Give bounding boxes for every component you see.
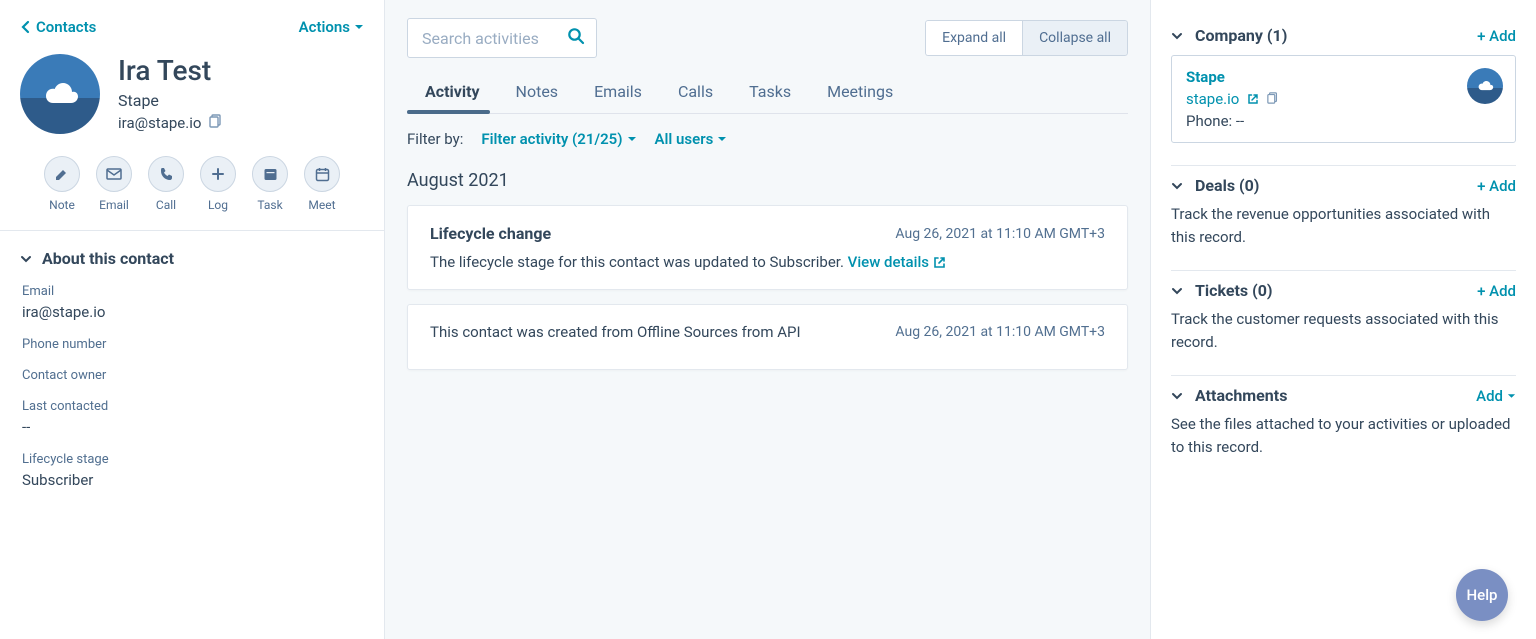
attachments-description: See the files attached to your activitie… xyxy=(1171,413,1516,458)
company-phone: Phone: -- xyxy=(1186,112,1501,130)
about-header: About this contact xyxy=(42,249,174,268)
field-value-email[interactable]: ira@stape.io xyxy=(22,303,362,321)
contacts-back-label: Contacts xyxy=(36,18,96,36)
chevron-down-icon xyxy=(1171,286,1183,296)
activity-body: The lifecycle stage for this contact was… xyxy=(430,253,844,271)
field-label-lifecycle: Lifecycle stage xyxy=(22,452,362,467)
activity-card[interactable]: Lifecycle change Aug 26, 2021 at 11:10 A… xyxy=(407,205,1128,290)
filter-activity-dropdown[interactable]: Filter activity (21/25) xyxy=(481,130,636,148)
add-company-button[interactable]: + Add xyxy=(1477,27,1516,45)
activity-time: Aug 26, 2021 at 11:10 AM GMT+3 xyxy=(895,226,1105,242)
deals-description: Track the revenue opportunities associat… xyxy=(1171,203,1516,248)
email-button[interactable]: Email xyxy=(96,156,132,212)
chevron-down-icon xyxy=(20,254,32,264)
month-header: August 2021 xyxy=(407,170,1128,191)
field-label-phone: Phone number xyxy=(22,337,362,352)
chevron-left-icon xyxy=(20,20,30,34)
tab-calls[interactable]: Calls xyxy=(660,72,731,113)
field-value-last-contacted: -- xyxy=(22,418,362,436)
activity-card[interactable]: This contact was created from Offline So… xyxy=(407,304,1128,370)
tab-notes[interactable]: Notes xyxy=(498,72,577,113)
company-domain[interactable]: stape.io xyxy=(1186,90,1239,108)
phone-icon xyxy=(159,167,174,182)
note-button[interactable]: Note xyxy=(44,156,80,212)
tab-emails[interactable]: Emails xyxy=(576,72,660,113)
chevron-down-icon xyxy=(1171,391,1183,401)
activity-title: Lifecycle change xyxy=(430,224,551,243)
copy-icon[interactable] xyxy=(209,114,223,132)
copy-icon[interactable] xyxy=(1267,90,1279,108)
tab-activity[interactable]: Activity xyxy=(407,72,498,113)
tickets-description: Track the customer requests associated w… xyxy=(1171,308,1516,353)
caret-down-icon xyxy=(627,135,637,143)
activity-tabs: Activity Notes Emails Calls Tasks Meetin… xyxy=(407,72,1128,114)
field-label-owner: Contact owner xyxy=(22,368,362,383)
contact-email: ira@stape.io xyxy=(118,114,201,132)
meet-button[interactable]: Meet xyxy=(304,156,340,212)
actions-label: Actions xyxy=(299,18,350,36)
quick-actions: Note Email Call Log Task Meet xyxy=(0,144,384,230)
contact-name: Ira Test xyxy=(118,54,223,87)
caret-down-icon xyxy=(717,135,727,143)
field-label-email: Email xyxy=(22,284,362,299)
filter-by-label: Filter by: xyxy=(407,130,463,148)
caret-down-icon xyxy=(354,23,364,31)
mail-icon xyxy=(106,168,122,180)
task-button[interactable]: Task xyxy=(252,156,288,212)
tab-meetings[interactable]: Meetings xyxy=(809,72,911,113)
search-icon[interactable] xyxy=(567,27,585,49)
edit-icon xyxy=(54,166,70,182)
view-details-link[interactable]: View details xyxy=(848,253,946,271)
company-section-toggle[interactable]: Company (1) xyxy=(1171,26,1287,45)
external-link-icon xyxy=(933,256,946,269)
company-avatar xyxy=(1467,68,1503,104)
actions-menu[interactable]: Actions xyxy=(299,18,364,36)
tab-tasks[interactable]: Tasks xyxy=(731,72,809,113)
all-users-dropdown[interactable]: All users xyxy=(655,130,728,148)
contacts-back-link[interactable]: Contacts xyxy=(20,18,96,36)
activity-time: Aug 26, 2021 at 11:10 AM GMT+3 xyxy=(895,324,1105,340)
field-value-lifecycle[interactable]: Subscriber xyxy=(22,471,362,489)
external-link-icon[interactable] xyxy=(1247,93,1259,105)
activity-body: This contact was created from Offline So… xyxy=(430,323,801,341)
contact-avatar xyxy=(20,54,100,134)
tickets-section-toggle[interactable]: Tickets (0) xyxy=(1171,281,1273,300)
help-button[interactable]: Help xyxy=(1456,569,1508,621)
caret-down-icon xyxy=(1507,392,1516,400)
attachments-section-toggle[interactable]: Attachments xyxy=(1171,386,1287,405)
collapse-all-button[interactable]: Collapse all xyxy=(1022,20,1128,56)
contact-company: Stape xyxy=(118,91,223,110)
company-card[interactable]: Stape stape.io Phone: -- xyxy=(1171,55,1516,143)
log-button[interactable]: Log xyxy=(200,156,236,212)
calendar-icon xyxy=(315,167,330,182)
call-button[interactable]: Call xyxy=(148,156,184,212)
about-section-toggle[interactable]: About this contact xyxy=(20,249,364,268)
add-ticket-button[interactable]: + Add xyxy=(1477,282,1516,300)
add-attachment-button[interactable]: Add xyxy=(1476,387,1516,405)
chevron-down-icon xyxy=(1171,181,1183,191)
plus-icon xyxy=(211,167,225,181)
add-deal-button[interactable]: + Add xyxy=(1477,177,1516,195)
deals-section-toggle[interactable]: Deals (0) xyxy=(1171,176,1259,195)
company-name-link[interactable]: Stape xyxy=(1186,68,1501,86)
field-label-last-contacted: Last contacted xyxy=(22,399,362,414)
expand-all-button[interactable]: Expand all xyxy=(925,20,1022,56)
chevron-down-icon xyxy=(1171,31,1183,41)
task-icon xyxy=(263,167,278,181)
